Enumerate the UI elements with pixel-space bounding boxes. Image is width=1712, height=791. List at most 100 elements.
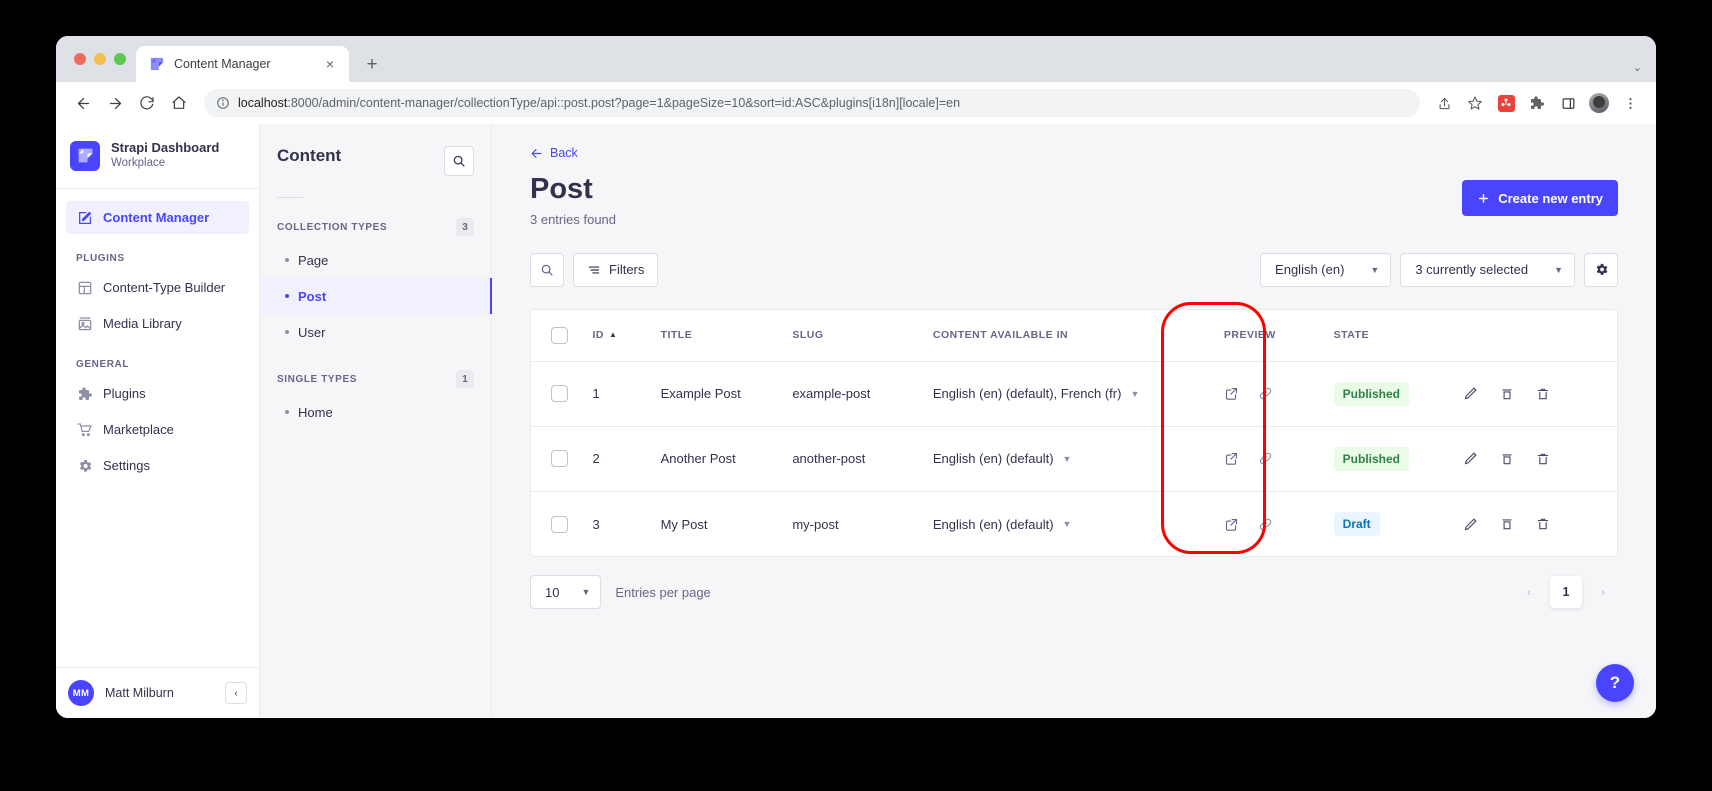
- new-tab-button[interactable]: +: [357, 49, 387, 79]
- filters-button[interactable]: Filters: [573, 252, 659, 287]
- cell-id: 1: [592, 361, 661, 427]
- view-settings-button[interactable]: [1584, 252, 1618, 287]
- filters-label: Filters: [609, 262, 645, 278]
- browser-tabstrip: Content Manager × + ⌄: [56, 36, 1656, 82]
- collapse-sidebar-button[interactable]: ‹: [225, 682, 247, 704]
- chevron-down-icon[interactable]: ▼: [1130, 389, 1139, 399]
- select-all-checkbox[interactable]: [551, 326, 568, 344]
- open-external-icon[interactable]: [1224, 386, 1239, 401]
- search-icon[interactable]: [530, 252, 564, 287]
- back-button[interactable]: [68, 88, 98, 118]
- table-row[interactable]: 3 My Post my-post English (en) (default)…: [531, 491, 1617, 556]
- sidebar-user-block[interactable]: MM Matt Milburn ‹: [56, 667, 259, 718]
- subnav-section-single-types: SINGLE TYPES 1: [260, 350, 491, 394]
- row-select-cell: [531, 426, 593, 492]
- cell-id: 2: [592, 426, 661, 492]
- subnav-section-collection-types: COLLECTION TYPES 3: [260, 198, 491, 242]
- copy-link-icon[interactable]: [1258, 386, 1273, 401]
- search-icon[interactable]: [444, 146, 474, 176]
- extension-red-icon[interactable]: [1492, 89, 1520, 117]
- open-external-icon[interactable]: [1224, 451, 1239, 466]
- sidebar-item-content-type-builder[interactable]: Content-Type Builder: [66, 271, 249, 304]
- sidebar-user-name: Matt Milburn: [105, 686, 174, 700]
- delete-trash-icon[interactable]: [1536, 452, 1550, 466]
- profile-avatar[interactable]: [1585, 89, 1613, 117]
- reload-button[interactable]: [132, 88, 162, 118]
- sidebar-item-marketplace[interactable]: Marketplace: [66, 413, 249, 446]
- cell-preview: [1224, 491, 1334, 556]
- cell-title: My Post: [660, 516, 708, 532]
- subnav-item-home[interactable]: Home: [260, 394, 491, 430]
- subnav-item-post[interactable]: Post: [260, 278, 492, 314]
- bullet-icon: [285, 330, 289, 334]
- table-row[interactable]: 2 Another Post another-post English (en)…: [531, 426, 1617, 492]
- column-header-content-available-in[interactable]: CONTENT AVAILABLE IN: [932, 309, 1224, 362]
- column-header-id[interactable]: ID ▲: [592, 309, 661, 362]
- page-size-select[interactable]: 10 ▼: [530, 575, 602, 610]
- sidebar-item-media-library[interactable]: Media Library: [66, 307, 249, 340]
- avatar: MM: [68, 680, 94, 706]
- edit-pencil-icon[interactable]: [1463, 517, 1478, 532]
- subnav-item-page[interactable]: Page: [260, 242, 491, 278]
- browser-tab[interactable]: Content Manager ×: [136, 46, 349, 82]
- fields-select[interactable]: 3 currently selected ▼: [1400, 252, 1575, 287]
- share-icon[interactable]: [1430, 89, 1458, 117]
- edit-pencil-icon[interactable]: [1463, 451, 1478, 466]
- site-info-icon[interactable]: [216, 96, 230, 110]
- table-row[interactable]: 1 Example Post example-post English (en)…: [531, 361, 1617, 427]
- entries-table: ID ▲ TITLE SLUG CONTENT AVAILABLE IN PREV…: [531, 309, 1617, 557]
- chevron-down-icon[interactable]: ▼: [1063, 519, 1072, 529]
- subnav-title: Content: [277, 146, 342, 165]
- sidepanel-icon[interactable]: [1554, 89, 1582, 117]
- minimize-window-button[interactable]: [94, 53, 106, 65]
- plus-icon: [1479, 193, 1489, 203]
- column-header-slug[interactable]: SLUG: [792, 309, 933, 362]
- sidebar-item-content-manager[interactable]: Content Manager: [66, 201, 249, 235]
- duplicate-icon[interactable]: [1500, 387, 1514, 401]
- next-page-button[interactable]: ›: [1588, 577, 1618, 607]
- chevron-down-icon[interactable]: ⌄: [1633, 61, 1642, 74]
- delete-trash-icon[interactable]: [1536, 517, 1550, 531]
- brand-block[interactable]: Strapi Dashboard Workplace: [56, 124, 259, 190]
- previous-page-button[interactable]: ‹: [1514, 577, 1544, 607]
- edit-pencil-icon[interactable]: [1463, 386, 1478, 401]
- chevron-down-icon[interactable]: ▼: [1063, 454, 1072, 464]
- forward-button[interactable]: [100, 88, 130, 118]
- browser-window: Content Manager × + ⌄ localhost:8000/adm…: [56, 36, 1656, 718]
- copy-link-icon[interactable]: [1258, 451, 1273, 466]
- status-badge: Published: [1333, 446, 1409, 471]
- row-checkbox[interactable]: [551, 450, 568, 468]
- home-button[interactable]: [164, 88, 194, 118]
- browser-menu-icon[interactable]: [1616, 89, 1644, 117]
- chevron-down-icon: ▼: [1554, 264, 1563, 275]
- locale-select[interactable]: English (en) ▼: [1260, 252, 1392, 287]
- cell-slug: example-post: [792, 361, 933, 427]
- column-header-title[interactable]: TITLE: [660, 309, 793, 362]
- cell-state: Draft: [1333, 491, 1464, 556]
- sidebar-item-plugins[interactable]: Plugins: [66, 377, 249, 410]
- maximize-window-button[interactable]: [114, 53, 126, 65]
- chevron-down-icon: ▼: [581, 587, 591, 598]
- copy-link-icon[interactable]: [1258, 517, 1273, 532]
- help-button[interactable]: ?: [1596, 664, 1634, 702]
- fields-select-value: 3 currently selected: [1415, 262, 1529, 278]
- open-external-icon[interactable]: [1224, 517, 1239, 532]
- delete-trash-icon[interactable]: [1536, 387, 1550, 401]
- close-tab-button[interactable]: ×: [321, 55, 339, 73]
- duplicate-icon[interactable]: [1500, 452, 1514, 466]
- page-size-value: 10: [545, 584, 560, 600]
- back-link[interactable]: Back: [530, 146, 578, 160]
- sidebar-item-settings[interactable]: Settings: [66, 449, 249, 482]
- column-header-state[interactable]: STATE: [1333, 309, 1464, 362]
- duplicate-icon[interactable]: [1500, 517, 1514, 531]
- page-number-1[interactable]: 1: [1550, 576, 1582, 609]
- bookmark-star-icon[interactable]: [1461, 89, 1489, 117]
- close-window-button[interactable]: [74, 53, 86, 65]
- create-new-entry-button[interactable]: Create new entry: [1462, 180, 1618, 216]
- row-checkbox[interactable]: [551, 385, 568, 403]
- address-bar[interactable]: localhost:8000/admin/content-manager/col…: [204, 89, 1420, 117]
- extensions-puzzle-icon[interactable]: [1523, 89, 1551, 117]
- row-checkbox[interactable]: [551, 515, 568, 533]
- cell-state: Published: [1333, 361, 1464, 427]
- subnav-item-user[interactable]: User: [260, 314, 491, 350]
